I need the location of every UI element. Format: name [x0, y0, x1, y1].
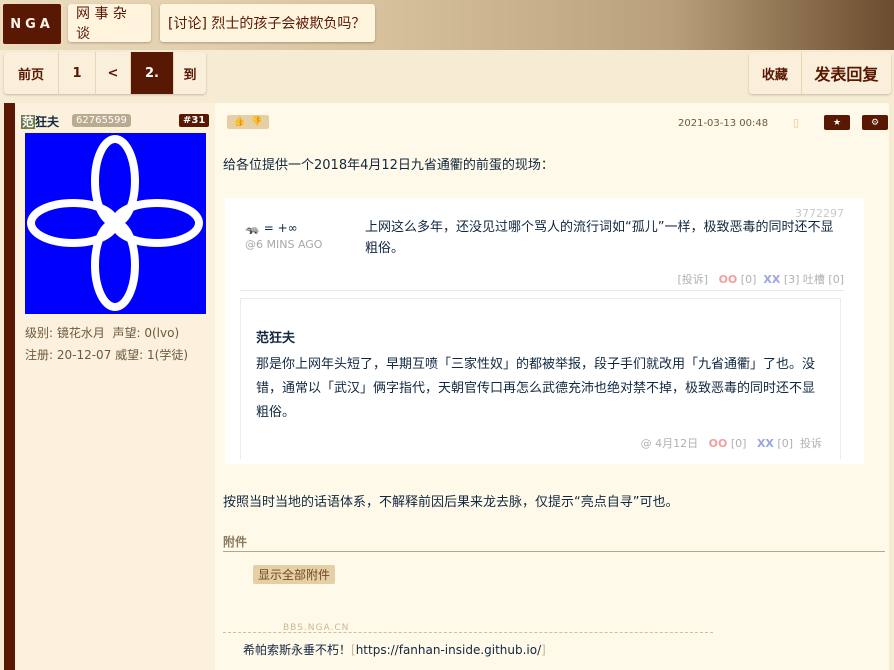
breadcrumb-forum[interactable]: 网 事 杂 谈 — [68, 4, 151, 42]
signature: 希帕索斯永垂不朽！[https://fanhan-inside.github.i… — [243, 643, 546, 657]
avatar — [25, 133, 206, 314]
quote-footer: [投诉] OO [0] XX [3] 吐槽 [0] — [677, 273, 844, 286]
favorite-button[interactable]: 收藏 — [749, 52, 802, 94]
reply-text: 那是你上网年头短了，早期互喷「三家性奴」的都被举报，段子手们就改用「九省通衢」了… — [256, 357, 816, 420]
attachments-title: 附件 — [223, 535, 248, 549]
reply-footer: @ 4月12日 OO [0] XX [0] 投诉 — [640, 437, 822, 450]
post-intro: 给各位提供一个2018年4月12日九省通衢的前蛋的现场： — [223, 158, 554, 173]
author-uid-badge[interactable]: 62765599 — [72, 114, 131, 127]
thread-actions: 收藏 发表回复 — [749, 52, 891, 94]
mobile-icon: ▯ — [793, 116, 800, 129]
vote-buttons[interactable]: 👍 👎 — [227, 115, 269, 129]
gear-icon[interactable]: ⚙ — [862, 115, 888, 130]
reply-button[interactable]: 发表回复 — [802, 52, 891, 94]
pager-current-page: 2. — [131, 52, 174, 94]
post-content: 👍 👎 2021-03-13 00:48 ▯ ★ ⚙ 给各位提供一个2018年4月… — [223, 103, 889, 670]
thumbs-up-icon[interactable]: 👍 — [234, 117, 245, 127]
signature-divider — [223, 632, 713, 633]
reply-comment: 范狂夫 那是你上网年头短了，早期互喷「三家性奴」的都被举报，段子手们就改用「九省… — [240, 298, 841, 459]
quote-divider — [240, 290, 844, 291]
attachments-divider — [223, 551, 885, 552]
star-button-icon[interactable]: ★ — [824, 115, 850, 130]
post-author-panel: 范狂夫 62765599 #31 级别: 镜花水月 声望: 0(lvo) 注册:… — [15, 103, 215, 670]
post-date: 2021-03-13 00:48 — [678, 118, 769, 129]
quatrefoil-avatar-icon — [27, 135, 203, 311]
show-all-attachments-button[interactable]: 显示全部附件 — [253, 565, 336, 584]
post-31: 范狂夫 62765599 #31 级别: 镜花水月 声望: 0(lvo) 注册:… — [4, 103, 889, 670]
author-level: 级别: 镜花水月 声望: 0(lvo) — [25, 326, 180, 340]
post-closing: 按照当时当地的话语体系，不解释前因后果来龙去脉，仅提示“亮点自寻”可也。 — [223, 495, 679, 510]
author-registered: 注册: 20-12-07 威望: 1(学徒) — [25, 348, 189, 362]
quote-text: 上网这么多年，还没见过哪个骂人的流行词如“孤儿”一样，极致恶毒的同时还不显粗俗。 — [365, 220, 834, 256]
pager-goto-button[interactable]: 到 — [174, 52, 206, 94]
pager-prev-button[interactable]: < — [96, 52, 131, 94]
floor-number-badge[interactable]: #31 — [179, 114, 210, 127]
pager-page-1[interactable]: 1 — [59, 52, 96, 94]
thumbs-down-icon[interactable]: 👎 — [251, 117, 262, 127]
signature-link[interactable]: https://fanhan-inside.github.io/ — [356, 643, 541, 657]
reply-user: 范狂夫 — [256, 331, 296, 346]
quoted-comment-screenshot: 🦡 = +∞ @6 MINS AGO 3772297 上网这么多年，还没见过哪个… — [225, 198, 864, 464]
breadcrumb-thread-title[interactable]: [讨论] 烈士的孩子会被欺负吗？ — [160, 4, 375, 42]
quote-time: @6 MINS AGO — [245, 238, 323, 251]
pagination: 前页 1 < 2. 到 — [4, 52, 206, 94]
quote-user: 🦡 = +∞ — [245, 221, 298, 235]
author-name[interactable]: 范狂夫 — [21, 113, 59, 130]
pager-first-button[interactable]: 前页 — [4, 52, 59, 94]
nga-logo[interactable]: NGA — [3, 4, 61, 44]
